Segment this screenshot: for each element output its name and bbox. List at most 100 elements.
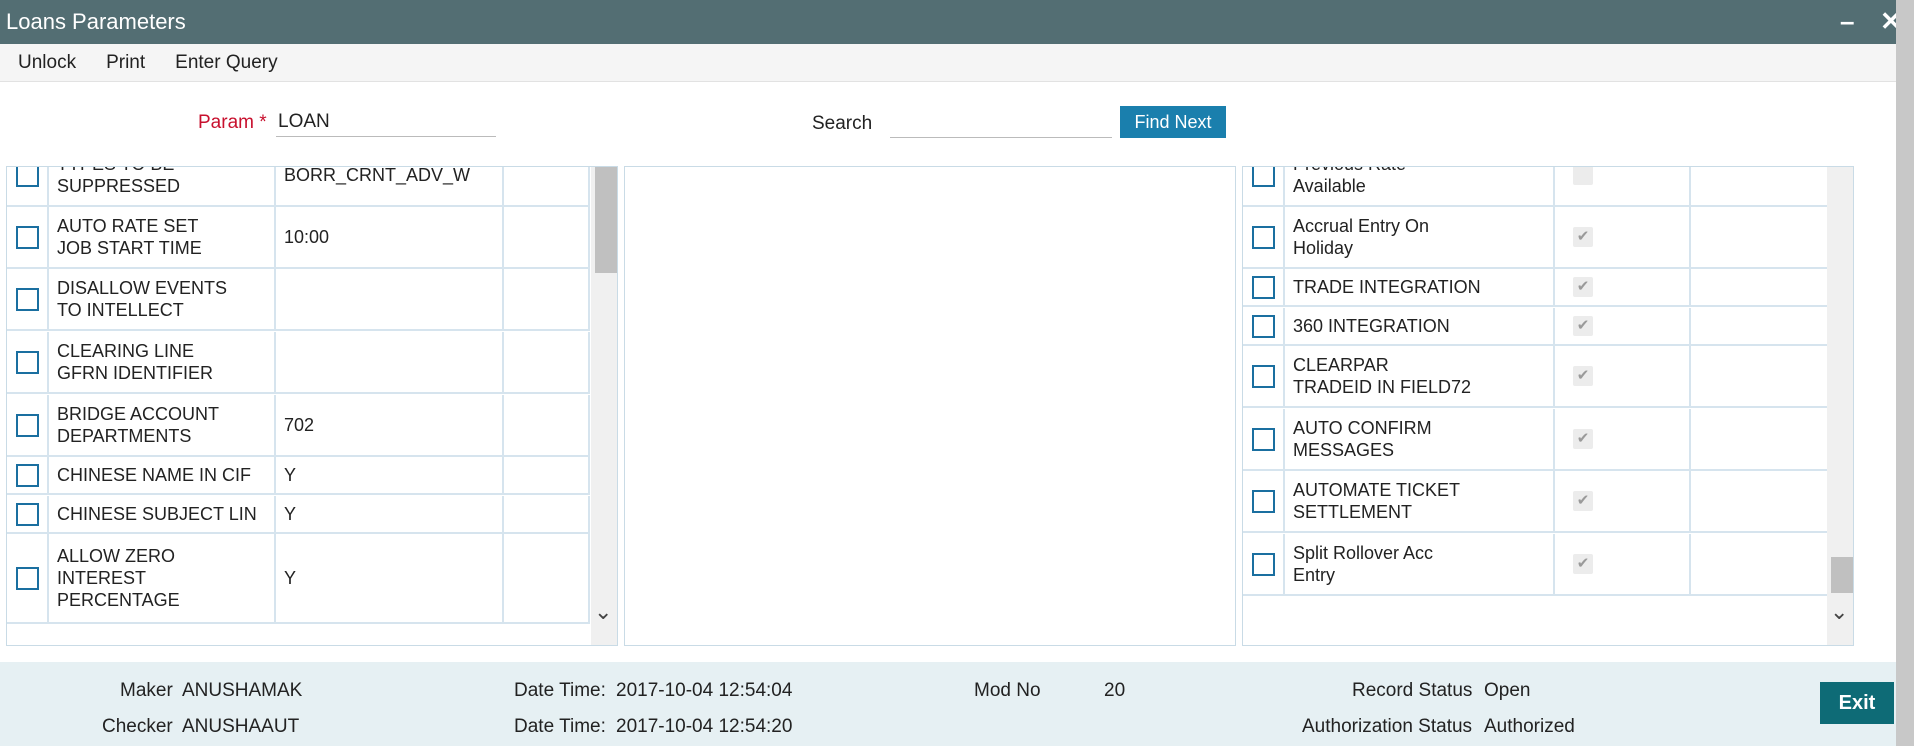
param-name: BRIDGE ACCOUNT DEPARTMENTS bbox=[49, 395, 276, 455]
checked-flag-checkbox: ✔ bbox=[1573, 554, 1593, 574]
param-row: TYPES TO BE SUPPRESSEDBORR_CRNT_ADV_W bbox=[7, 167, 590, 207]
right-grid-scrollbar[interactable]: ⌄ bbox=[1827, 167, 1853, 645]
right-params-grid: Previous Rate AvailableAccrual Entry On … bbox=[1242, 166, 1854, 646]
param-extra-cell bbox=[504, 332, 590, 392]
param-row: CLEARING LINE GFRN IDENTIFIER bbox=[7, 332, 590, 394]
search-label: Search bbox=[812, 113, 873, 134]
enter-query-button[interactable]: Enter Query bbox=[175, 52, 277, 74]
row-select-cell bbox=[1243, 269, 1285, 305]
param-row: TRADE INTEGRATION ✔ bbox=[1243, 269, 1853, 307]
param-value[interactable]: 702 bbox=[276, 395, 504, 455]
param-name: CLEARPAR TRADEID IN FIELD72 bbox=[1285, 346, 1555, 406]
mod-no-label: Mod No bbox=[974, 680, 1041, 701]
maker-datetime-label: Date Time: bbox=[514, 680, 606, 701]
row-select-checkbox[interactable] bbox=[15, 167, 39, 187]
row-select-cell bbox=[7, 207, 49, 267]
param-flag-cell: ✔ bbox=[1555, 269, 1691, 305]
required-mark: * bbox=[259, 112, 267, 133]
param-name: Accrual Entry On Holiday bbox=[1285, 207, 1555, 267]
param-row: AUTOMATE TICKET SETTLEMENT ✔ bbox=[1243, 471, 1853, 533]
param-name: 360 INTEGRATION bbox=[1285, 308, 1555, 344]
row-select-checkbox[interactable] bbox=[1251, 427, 1275, 451]
unchecked-flag-checkbox bbox=[1573, 167, 1593, 185]
left-params-grid: TYPES TO BE SUPPRESSEDBORR_CRNT_ADV_WAUT… bbox=[6, 166, 618, 646]
record-status-label: Record Status bbox=[1352, 680, 1473, 701]
row-select-checkbox[interactable] bbox=[15, 502, 39, 526]
window-title: Loans Parameters bbox=[6, 9, 186, 34]
param-name: Split Rollover Acc Entry bbox=[1285, 534, 1555, 594]
param-value[interactable]: BORR_CRNT_ADV_W bbox=[276, 167, 504, 205]
param-label-text: Param bbox=[198, 112, 254, 133]
row-select-checkbox[interactable] bbox=[1251, 552, 1275, 576]
checker-label: Checker bbox=[102, 716, 173, 737]
row-select-checkbox[interactable] bbox=[1251, 225, 1275, 249]
unlock-button[interactable]: Unlock bbox=[18, 52, 76, 74]
param-extra-cell bbox=[504, 496, 590, 532]
auth-status-label: Authorization Status bbox=[1302, 716, 1473, 737]
param-flag-cell: ✔ bbox=[1555, 207, 1691, 267]
param-row: BRIDGE ACCOUNT DEPARTMENTS 702 bbox=[7, 395, 590, 457]
param-value[interactable]: Y bbox=[276, 534, 504, 622]
param-extra-cell bbox=[504, 269, 590, 329]
param-row: ALLOW ZERO INTEREST PERCENTAGE Y bbox=[7, 534, 590, 624]
row-select-checkbox[interactable] bbox=[1251, 167, 1275, 187]
row-select-checkbox[interactable] bbox=[15, 287, 39, 311]
checked-flag-checkbox: ✔ bbox=[1573, 277, 1593, 297]
row-select-checkbox[interactable] bbox=[1251, 489, 1275, 513]
row-select-checkbox[interactable] bbox=[15, 225, 39, 249]
row-select-cell bbox=[1243, 308, 1285, 344]
checker-value: ANUSHAAUT bbox=[182, 716, 300, 737]
chevron-down-icon[interactable]: ⌄ bbox=[1830, 599, 1848, 625]
param-value[interactable]: 10:00 bbox=[276, 207, 504, 267]
param-flag-cell: ✔ bbox=[1555, 308, 1691, 344]
row-select-checkbox[interactable] bbox=[15, 463, 39, 487]
param-row: Accrual Entry On Holiday ✔ bbox=[1243, 207, 1853, 269]
param-value[interactable] bbox=[276, 269, 504, 329]
param-flag-cell: ✔ bbox=[1555, 471, 1691, 531]
checked-flag-checkbox: ✔ bbox=[1573, 316, 1593, 336]
row-select-cell bbox=[7, 534, 49, 622]
checked-flag-checkbox: ✔ bbox=[1573, 429, 1593, 449]
row-select-checkbox[interactable] bbox=[15, 566, 39, 590]
toolbar: Unlock Print Enter Query bbox=[0, 44, 1896, 82]
param-flag-cell: ✔ bbox=[1555, 346, 1691, 406]
chevron-down-icon[interactable]: ⌄ bbox=[594, 599, 612, 625]
row-select-checkbox[interactable] bbox=[15, 413, 39, 437]
param-input[interactable] bbox=[276, 107, 496, 137]
row-select-cell bbox=[7, 332, 49, 392]
param-row: Split Rollover Acc Entry ✔ bbox=[1243, 534, 1853, 596]
row-select-checkbox[interactable] bbox=[1251, 364, 1275, 388]
param-extra-cell bbox=[504, 534, 590, 622]
param-row: CHINESE NAME IN CIF Y bbox=[7, 457, 590, 495]
param-value[interactable]: Y bbox=[276, 496, 504, 532]
param-name: Previous Rate Available bbox=[1285, 167, 1555, 205]
param-name: CLEARING LINE GFRN IDENTIFIER bbox=[49, 332, 276, 392]
search-input[interactable] bbox=[890, 107, 1112, 138]
param-name: AUTO CONFIRM MESSAGES bbox=[1285, 409, 1555, 469]
row-select-checkbox[interactable] bbox=[1251, 275, 1275, 299]
left-grid-scrollbar[interactable]: ⌄ bbox=[591, 167, 617, 645]
exit-button[interactable]: Exit bbox=[1820, 682, 1894, 724]
param-name: TRADE INTEGRATION bbox=[1285, 269, 1555, 305]
minimize-icon[interactable]: – bbox=[1840, 6, 1854, 37]
param-extra-cell bbox=[504, 457, 590, 493]
right-grid-scroll-thumb[interactable] bbox=[1831, 557, 1853, 593]
audit-footer: Maker ANUSHAMAK Checker ANUSHAAUT Date T… bbox=[0, 662, 1896, 746]
left-grid-scroll-thumb[interactable] bbox=[595, 167, 617, 273]
maker-label: Maker bbox=[120, 680, 173, 701]
param-value[interactable] bbox=[276, 332, 504, 392]
row-select-checkbox[interactable] bbox=[15, 350, 39, 374]
page-scrollbar[interactable] bbox=[1896, 0, 1914, 746]
row-select-checkbox[interactable] bbox=[1251, 314, 1275, 338]
row-select-cell bbox=[1243, 346, 1285, 406]
param-value[interactable]: Y bbox=[276, 457, 504, 493]
row-select-cell bbox=[7, 269, 49, 329]
row-select-cell bbox=[1243, 207, 1285, 267]
find-next-button[interactable]: Find Next bbox=[1120, 106, 1226, 138]
row-select-cell bbox=[1243, 534, 1285, 594]
row-select-cell bbox=[1243, 471, 1285, 531]
param-label: Param * bbox=[198, 112, 267, 134]
print-button[interactable]: Print bbox=[106, 52, 145, 74]
row-select-cell bbox=[7, 395, 49, 455]
row-select-cell bbox=[7, 496, 49, 532]
